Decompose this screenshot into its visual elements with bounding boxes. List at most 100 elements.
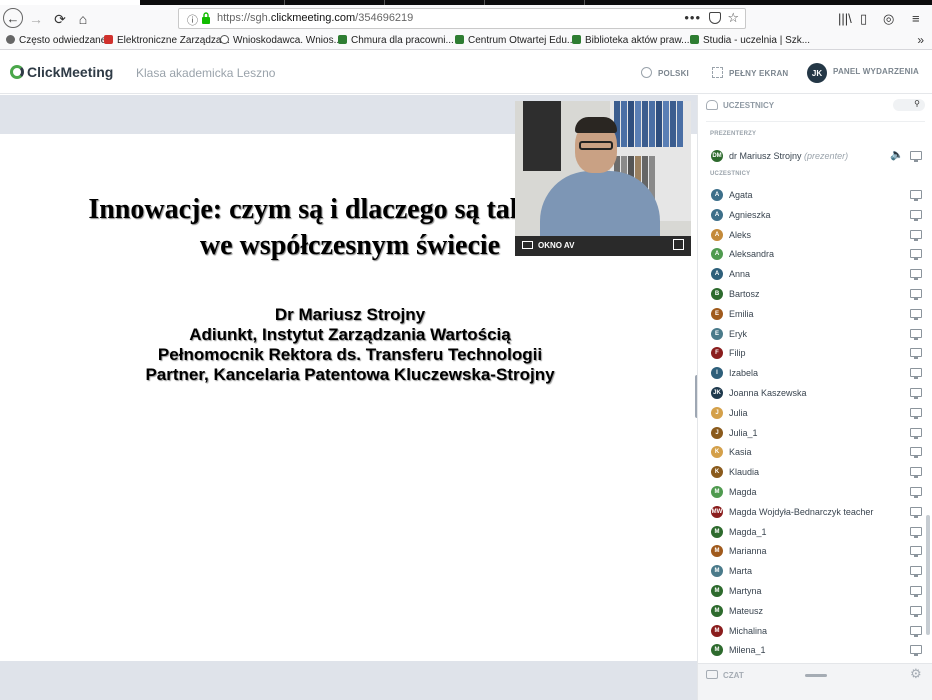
screen-icon[interactable] xyxy=(910,487,922,498)
participant-row[interactable]: K Klaudia xyxy=(698,463,926,481)
avatar: A xyxy=(711,248,723,261)
participant-name: Bartosz xyxy=(729,289,760,299)
screen-icon[interactable] xyxy=(910,625,922,637)
participant-row[interactable]: M Milena_1 xyxy=(698,641,926,659)
participant-row[interactable]: J Julia_1 xyxy=(698,424,926,442)
screen-icon[interactable] xyxy=(910,190,922,201)
divider xyxy=(706,121,925,122)
screen-icon[interactable] xyxy=(910,209,922,221)
screen-icon[interactable] xyxy=(910,348,922,360)
avatar: J xyxy=(711,426,723,439)
screen-icon[interactable] xyxy=(910,586,922,597)
screen-icon[interactable] xyxy=(910,605,922,617)
bookmark-item[interactable]: Wnioskodawca. Wnios... xyxy=(220,35,342,46)
participant-row[interactable]: M Martyna xyxy=(698,582,926,600)
bookmark-item[interactable]: Chmura dla pracowni... xyxy=(338,35,454,46)
participant-row[interactable]: M Magda_1 xyxy=(698,523,926,541)
participant-name: Agata xyxy=(729,190,753,200)
participant-name: Martyna xyxy=(729,586,762,596)
avatar: M xyxy=(711,545,723,558)
extension-icon[interactable]: ◎ xyxy=(883,11,894,27)
page-actions-icon[interactable]: ••• xyxy=(684,10,701,25)
participant-row[interactable]: A Aleksandra xyxy=(698,245,926,263)
clickmeeting-logo[interactable]: ClickMeeting xyxy=(10,64,113,80)
reload-button[interactable]: ⟳ xyxy=(50,9,70,29)
screen-icon[interactable] xyxy=(910,308,922,320)
search-icon[interactable]: ⚲ xyxy=(893,99,925,111)
screen-icon[interactable] xyxy=(910,388,922,399)
expand-icon[interactable] xyxy=(673,239,684,250)
screen-icon[interactable] xyxy=(910,645,922,657)
screen-icon[interactable] xyxy=(910,328,922,340)
screen-icon[interactable] xyxy=(910,506,922,518)
participant-row[interactable]: E Emilia xyxy=(698,305,926,323)
screen-icon[interactable] xyxy=(910,269,922,281)
participant-row[interactable]: B Bartosz xyxy=(698,285,926,303)
participant-row[interactable]: M Magda xyxy=(698,483,926,501)
slide-author-line: Dr Mariusz Strojny xyxy=(274,305,426,324)
participant-row[interactable]: K Kasia xyxy=(698,443,926,461)
screen-icon[interactable] xyxy=(910,546,922,558)
participant-row[interactable]: M Marta xyxy=(698,562,926,580)
library-icon[interactable]: |||\ xyxy=(838,11,852,26)
participant-row[interactable]: E Eryk xyxy=(698,325,926,343)
screen-icon[interactable] xyxy=(910,467,922,479)
participant-name: Kasia xyxy=(729,447,752,458)
screen-icon[interactable] xyxy=(910,151,922,162)
forward-button[interactable]: → xyxy=(26,9,46,29)
participant-row[interactable]: I Izabela xyxy=(698,364,926,382)
more-bookmarks-button[interactable]: » xyxy=(917,33,924,47)
home-button[interactable]: ⌂ xyxy=(73,9,93,29)
bookmark-item[interactable]: Centrum Otwartej Edu... xyxy=(455,35,575,46)
participant-row[interactable]: A Anna xyxy=(698,265,926,283)
avatar: E xyxy=(711,327,723,340)
participant-row[interactable]: JK Joanna Kaszewska xyxy=(698,384,926,402)
screen-icon[interactable] xyxy=(910,427,922,439)
address-bar[interactable]: ⓘ https://sgh.clickmeeting.com/354696219… xyxy=(178,8,746,29)
language-button[interactable]: POLSKI xyxy=(641,67,689,78)
slide-author-block: Dr Mariusz Strojny Adiunkt, Instytut Zar… xyxy=(0,305,700,385)
participant-name: Izabela xyxy=(729,368,759,379)
chat-bar[interactable]: CZAT ⚙ xyxy=(698,663,932,700)
participant-name: Milena_1 xyxy=(729,645,766,656)
user-avatar[interactable]: JK xyxy=(807,63,827,83)
participant-row[interactable]: A Aleks xyxy=(698,226,926,244)
chat-resize-handle[interactable] xyxy=(805,674,827,677)
presenter-row[interactable]: DM dr Mariusz Strojny (prezenter) 🔈 xyxy=(698,147,926,165)
sidebar-toggle-icon[interactable]: ▯ xyxy=(860,11,867,27)
participant-row[interactable]: M Michalina xyxy=(698,622,926,640)
back-button[interactable]: ← xyxy=(3,8,23,28)
gear-icon[interactable]: ⚙ xyxy=(910,666,922,682)
participant-row[interactable]: M Mateusz xyxy=(698,602,926,620)
bookmark-star-icon[interactable]: ☆ xyxy=(727,10,739,26)
participant-row[interactable]: J Julia xyxy=(698,404,926,422)
screen-icon[interactable] xyxy=(910,566,922,578)
bookmark-item[interactable]: Studia - uczelnia | Szk... xyxy=(690,35,810,46)
screen-icon[interactable] xyxy=(910,229,922,241)
participant-name: Magda Wojdyła-Bednarczyk teacher xyxy=(729,506,874,517)
info-icon[interactable]: ⓘ xyxy=(187,12,198,28)
screen-icon[interactable] xyxy=(910,447,922,459)
participant-row[interactable]: A Agata xyxy=(698,186,926,204)
participant-row[interactable]: F Filip xyxy=(698,344,926,362)
attendees-scrollbar[interactable] xyxy=(926,515,930,635)
participant-name: Mateusz xyxy=(729,605,764,616)
fullscreen-button[interactable]: PEŁNY EKRAN xyxy=(712,67,788,78)
participant-row[interactable]: MW Magda Wojdyła-Bednarczyk teacher xyxy=(698,503,926,521)
screen-icon[interactable] xyxy=(910,407,922,419)
screen-icon[interactable] xyxy=(910,368,922,380)
speaker-icon[interactable]: 🔈 xyxy=(890,148,904,161)
participant-row[interactable]: M Marianna xyxy=(698,542,926,560)
screen-icon[interactable] xyxy=(910,249,922,261)
bookmark-item[interactable]: Często odwiedzane xyxy=(6,35,106,46)
av-window[interactable]: OKNO AV xyxy=(515,101,691,256)
event-panel-button[interactable]: PANEL WYDARZENIA xyxy=(833,67,919,76)
menu-icon[interactable]: ≡ xyxy=(912,11,920,26)
pocket-icon[interactable] xyxy=(709,12,721,24)
screen-icon[interactable] xyxy=(910,289,922,300)
bookmark-item[interactable]: Biblioteka aktów praw... xyxy=(572,35,690,46)
bookmark-item[interactable]: Elektroniczne Zarządza... xyxy=(104,35,230,46)
slide-author-line: Pełnomocnik Rektora ds. Transferu Techno… xyxy=(157,345,543,364)
participant-row[interactable]: A Agnieszka xyxy=(698,206,926,224)
screen-icon[interactable] xyxy=(910,526,922,538)
